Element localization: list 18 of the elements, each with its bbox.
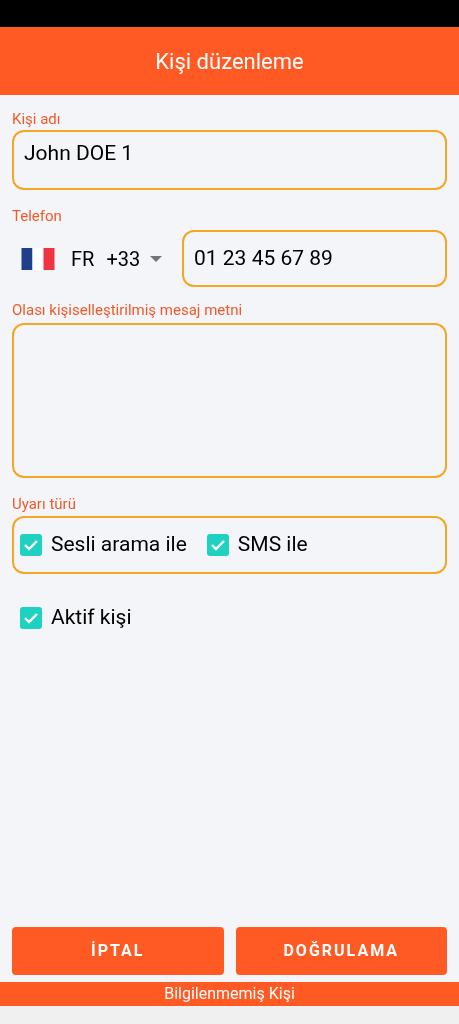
checkbox[interactable] <box>20 606 42 629</box>
flag-icon <box>21 247 55 270</box>
field-label: Telefon <box>12 206 63 226</box>
country-picker[interactable]: FR +33 <box>12 230 182 287</box>
checkbox[interactable] <box>206 534 229 556</box>
name-field[interactable]: John DOE 1 <box>12 130 447 190</box>
field-label: Kişi adı <box>12 109 62 129</box>
phone-field[interactable]: 01 23 45 67 89 <box>182 230 447 287</box>
field-label: Olası kişiselleştirilmiş mesaj metni <box>12 300 244 320</box>
checkbox[interactable] <box>20 534 42 556</box>
dropdown-icon <box>150 255 163 262</box>
header-title: Kişi düzenleme <box>155 47 304 76</box>
field-label: Uyarı türü <box>12 494 77 514</box>
checkbox-label[interactable]: Sesli arama ile <box>51 529 187 561</box>
status-text: Bilgilenmemiş Kişi <box>164 983 295 1005</box>
message-field[interactable] <box>12 323 447 478</box>
checkbox-label[interactable]: SMS ile <box>237 529 308 561</box>
checkbox-label[interactable]: Aktif kişi <box>51 602 132 634</box>
